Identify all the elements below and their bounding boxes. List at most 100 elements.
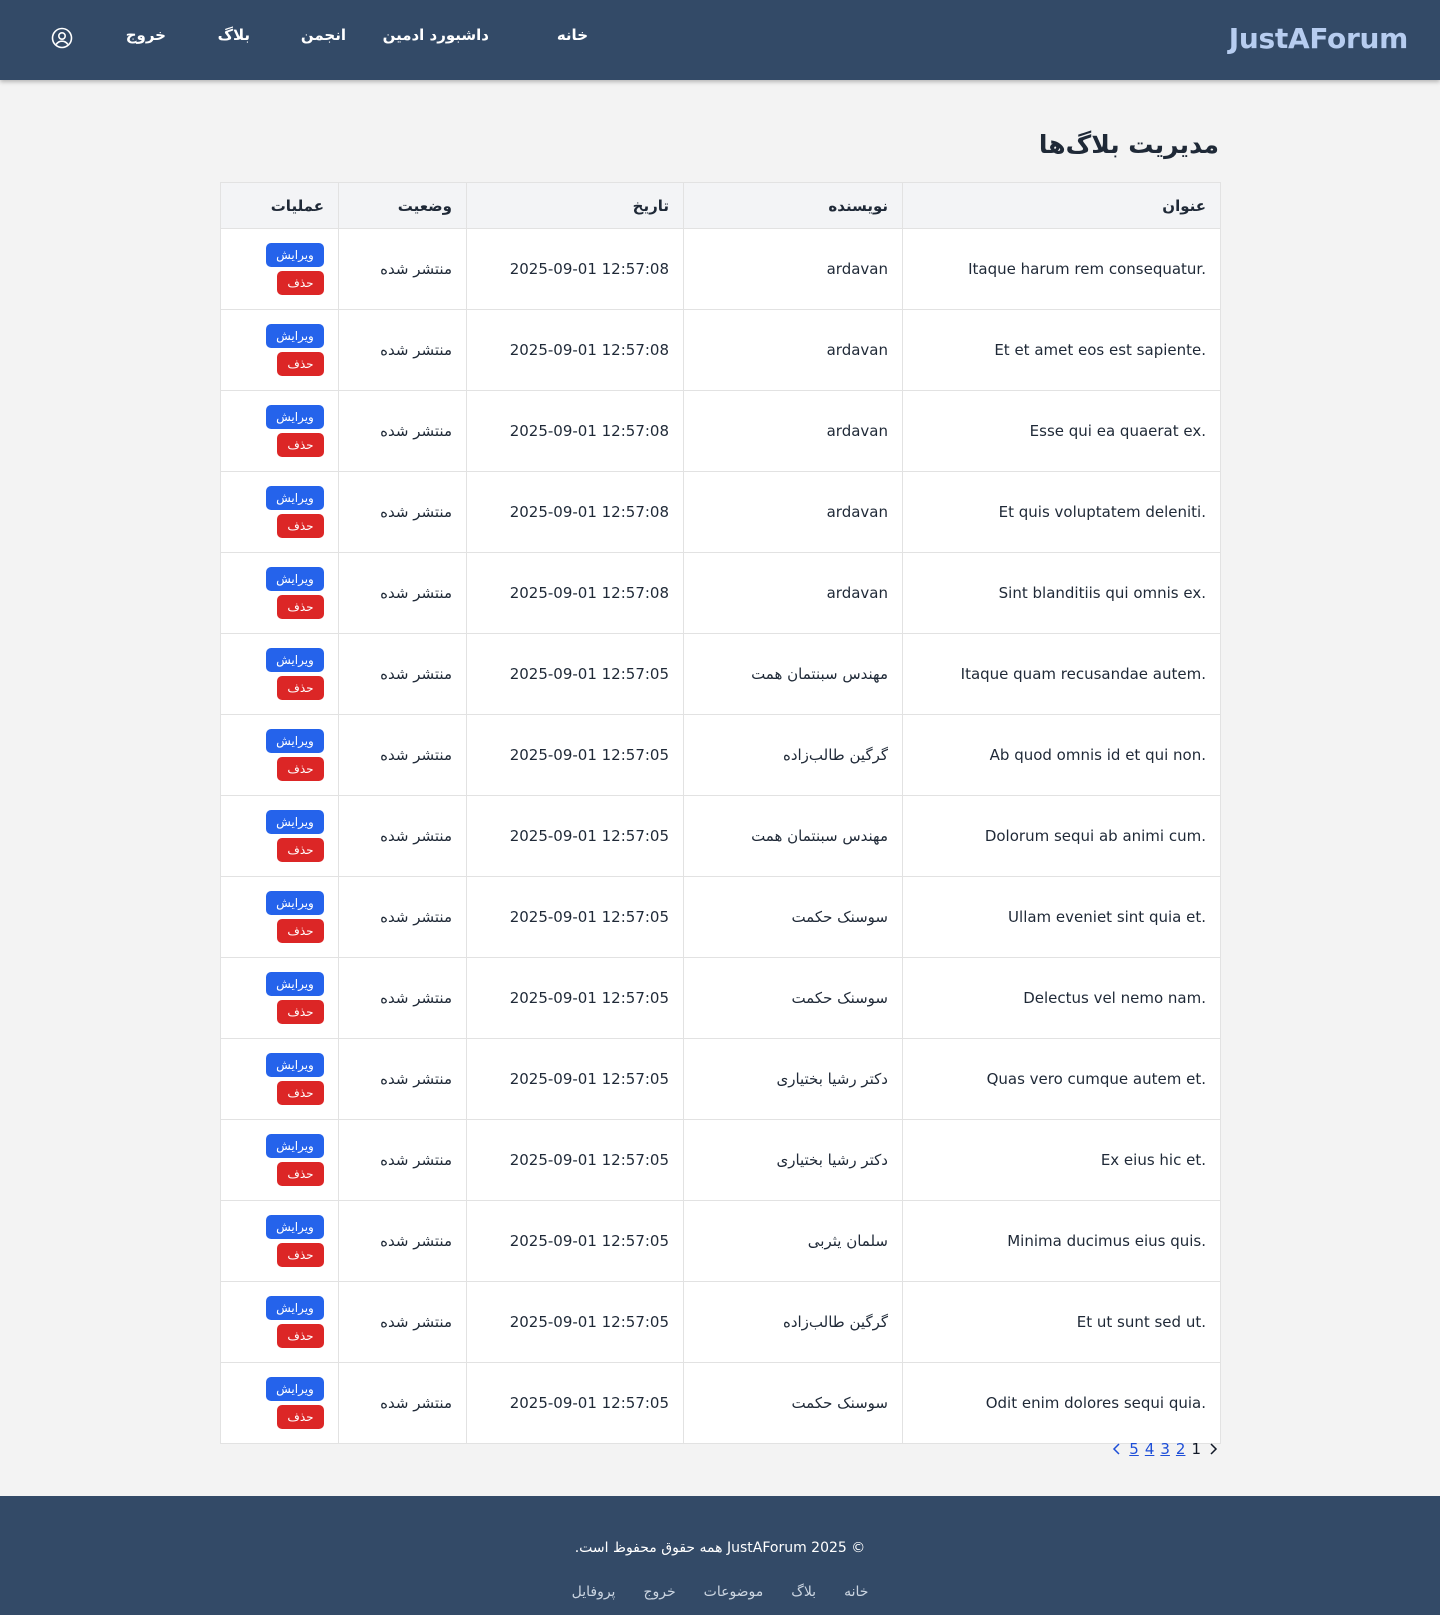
blog-status: منتشر شده (338, 1119, 467, 1201)
chevron-right-icon[interactable] (1207, 1441, 1219, 1457)
blog-title[interactable]: Ex eius hic et. (1101, 1151, 1206, 1169)
edit-button[interactable]: ویرایش (266, 405, 324, 429)
nav-blog-link[interactable]: بلاگ (218, 26, 250, 44)
pagination-page-link[interactable]: 2 (1176, 1440, 1186, 1458)
edit-button[interactable]: ویرایش (266, 648, 324, 672)
edit-button[interactable]: ویرایش (266, 243, 324, 267)
pagination-page-link[interactable]: 5 (1129, 1440, 1139, 1458)
blog-title-cell: Minima ducimus eius quis. (902, 1200, 1221, 1282)
blog-title[interactable]: Esse qui ea quaerat ex. (1030, 422, 1206, 440)
nav-forum-link[interactable]: انجمن (301, 26, 346, 44)
blog-status: منتشر شده (338, 1200, 467, 1282)
table-row: Itaque quam recusandae autem. مهندس سبنتم… (220, 633, 1221, 715)
delete-button[interactable]: حذف (277, 433, 324, 457)
blog-title[interactable]: Sint blanditiis qui omnis ex. (999, 584, 1206, 602)
blog-author: ardavan (683, 471, 903, 553)
delete-button[interactable]: حذف (277, 919, 324, 943)
delete-button[interactable]: حذف (277, 1405, 324, 1429)
blog-date-cell: 2025-09-01 12:57:05 (466, 714, 684, 796)
blog-actions: ویرایش حذف (220, 1281, 339, 1363)
table-row: Itaque harum rem consequatur. ardavan 2025… (220, 228, 1221, 310)
blog-title[interactable]: Itaque quam recusandae autem. (961, 665, 1206, 683)
nav-home-link[interactable]: خانه (557, 26, 588, 44)
delete-button[interactable]: حذف (277, 1162, 324, 1186)
blog-actions: ویرایش حذف (220, 795, 339, 877)
blog-actions: ویرایش حذف (220, 309, 339, 391)
blog-title[interactable]: Et et amet eos est sapiente. (994, 341, 1206, 359)
edit-button[interactable]: ویرایش (266, 567, 324, 591)
delete-button[interactable]: حذف (277, 1081, 324, 1105)
blog-title-cell: Quas vero cumque autem et. (902, 1038, 1221, 1120)
edit-button[interactable]: ویرایش (266, 972, 324, 996)
edit-button[interactable]: ویرایش (266, 810, 324, 834)
blog-status: منتشر شده (338, 876, 467, 958)
edit-button[interactable]: ویرایش (266, 1053, 324, 1077)
edit-button[interactable]: ویرایش (266, 1377, 324, 1401)
edit-button[interactable]: ویرایش (266, 1134, 324, 1158)
footer-link-topics[interactable]: موضوعات (704, 1584, 764, 1600)
blog-author: سلمان یثربی (683, 1200, 903, 1282)
pagination-page-link[interactable]: 3 (1160, 1440, 1170, 1458)
edit-button[interactable]: ویرایش (266, 729, 324, 753)
main-content: مدیریت بلاگ‌ها عنوان نویسنده تاریخ وضعیت… (0, 80, 1440, 1496)
blog-actions: ویرایش حذف (220, 552, 339, 634)
delete-button[interactable]: حذف (277, 352, 324, 376)
table-row: Minima ducimus eius quis. سلمان یثربی 2025… (220, 1200, 1221, 1282)
pagination-page-link[interactable]: 4 (1145, 1440, 1155, 1458)
edit-button[interactable]: ویرایش (266, 324, 324, 348)
blog-title[interactable]: Delectus vel nemo nam. (1023, 989, 1206, 1007)
table-row: Et et amet eos est sapiente. ardavan 2025-… (220, 309, 1221, 391)
delete-button[interactable]: حذف (277, 595, 324, 619)
blog-title[interactable]: Minima ducimus eius quis. (1007, 1232, 1206, 1250)
blog-title-cell: Et quis voluptatem deleniti. (902, 471, 1221, 553)
user-circle-icon[interactable] (50, 26, 74, 50)
blog-title-cell: Dolorum sequi ab animi cum. (902, 795, 1221, 877)
blog-title[interactable]: Quas vero cumque autem et. (987, 1070, 1206, 1088)
page-title: مدیریت بلاگ‌ها (1038, 130, 1219, 159)
blog-title[interactable]: Itaque harum rem consequatur. (968, 260, 1206, 278)
blog-date: 2025-09-01 12:57:05 (509, 1232, 669, 1250)
blog-title[interactable]: Ab quod omnis id et qui non. (990, 746, 1206, 764)
blog-author: دکتر رشیا بختیاری (683, 1119, 903, 1201)
blog-date: 2025-09-01 12:57:05 (509, 908, 669, 926)
delete-button[interactable]: حذف (277, 838, 324, 862)
nav-admin-dashboard-link[interactable]: داشبورد ادمین (383, 26, 489, 44)
header-title: عنوان (902, 182, 1221, 229)
edit-button[interactable]: ویرایش (266, 1215, 324, 1239)
footer-link-blog[interactable]: بلاگ (791, 1584, 816, 1600)
footer-link-logout[interactable]: خروج (643, 1584, 675, 1600)
blog-actions: ویرایش حذف (220, 633, 339, 715)
footer-link-home[interactable]: خانه (844, 1584, 868, 1600)
blog-title[interactable]: Et ut sunt sed ut. (1077, 1313, 1206, 1331)
blog-title[interactable]: Dolorum sequi ab animi cum. (985, 827, 1206, 845)
table-row: Et quis voluptatem deleniti. ardavan 2025-… (220, 471, 1221, 553)
blog-date-cell: 2025-09-01 12:57:05 (466, 1362, 684, 1444)
nav-logout-link[interactable]: خروج (126, 26, 166, 44)
blog-title[interactable]: Odit enim dolores sequi quia. (986, 1394, 1206, 1412)
blog-date: 2025-09-01 12:57:08 (509, 341, 669, 359)
edit-button[interactable]: ویرایش (266, 891, 324, 915)
blog-status: منتشر شده (338, 633, 467, 715)
blog-title[interactable]: Et quis voluptatem deleniti. (999, 503, 1206, 521)
blog-title[interactable]: Ullam eveniet sint quia et. (1008, 908, 1206, 926)
blog-author: مهندس سبنتمان همت (683, 795, 903, 877)
blog-title-cell: Ab quod omnis id et qui non. (902, 714, 1221, 796)
edit-button[interactable]: ویرایش (266, 1296, 324, 1320)
edit-button[interactable]: ویرایش (266, 486, 324, 510)
delete-button[interactable]: حذف (277, 1000, 324, 1024)
blog-date-cell: 2025-09-01 12:57:08 (466, 471, 684, 553)
footer-link-profile[interactable]: پروفایل (572, 1584, 616, 1600)
delete-button[interactable]: حذف (277, 1324, 324, 1348)
chevron-left-icon[interactable] (1111, 1441, 1123, 1457)
delete-button[interactable]: حذف (277, 1243, 324, 1267)
delete-button[interactable]: حذف (277, 514, 324, 538)
delete-button[interactable]: حذف (277, 271, 324, 295)
blog-date-cell: 2025-09-01 12:57:05 (466, 1281, 684, 1363)
delete-button[interactable]: حذف (277, 757, 324, 781)
table-header-row: عنوان نویسنده تاریخ وضعیت عملیات (220, 182, 1221, 229)
delete-button[interactable]: حذف (277, 676, 324, 700)
blog-date: 2025-09-01 12:57:05 (509, 1394, 669, 1412)
pagination: 1 2 3 4 5 (1111, 1440, 1219, 1458)
blog-title-cell: Et ut sunt sed ut. (902, 1281, 1221, 1363)
table-row: Odit enim dolores sequi quia. سوسنک حکمت 2… (220, 1362, 1221, 1444)
